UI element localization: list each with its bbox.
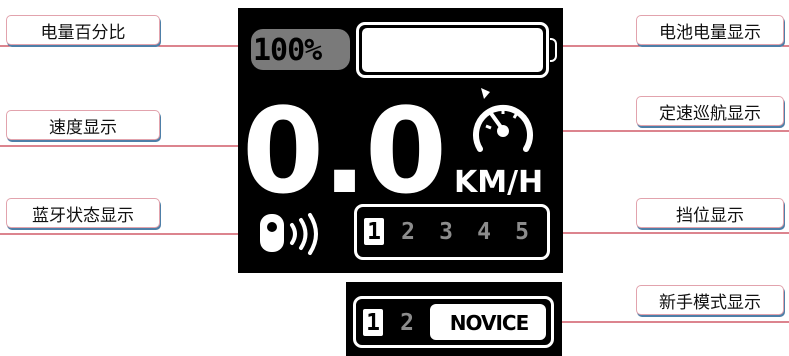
battery-percent-value: 100% [253,33,322,68]
cruise-speedometer-icon [473,88,533,152]
label-gear: 挡位显示 [636,198,784,228]
novice-mode-display: 1 2 NOVICE [346,282,562,356]
gear-5: 5 [515,218,529,245]
bluetooth-status-icon [260,213,318,255]
battery-terminal [550,38,557,62]
label-novice-mode: 新手模式显示 [636,285,784,315]
label-speed: 速度显示 [6,110,160,140]
label-battery-percent: 电量百分比 [6,15,160,45]
novice-label: NOVICE [449,311,529,335]
gear-1: 1 [364,218,384,245]
speed-value: 0.0 [242,82,447,220]
battery-level-fill [362,28,543,72]
gear-2: 2 [401,218,415,245]
speed-unit: KM/H [454,165,544,200]
label-battery-level: 电池电量显示 [636,15,784,45]
novice-gear-1: 1 [363,309,383,336]
novice-gear-2: 2 [400,309,414,336]
gear-4: 4 [477,218,491,245]
gear-3: 3 [439,218,453,245]
label-cruise: 定速巡航显示 [636,96,784,126]
battery-level-bar [356,22,549,78]
main-display: 100% 0.0 KM/H 1 2 3 4 5 [238,8,563,273]
label-bluetooth: 蓝牙状态显示 [6,198,160,228]
